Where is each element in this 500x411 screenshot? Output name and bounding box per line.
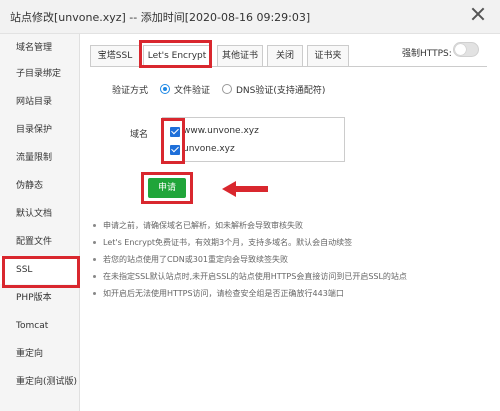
sidebar-item-redirect[interactable]: 重定向	[0, 340, 80, 368]
window-title: 站点修改[unvone.xyz] -- 添加时间[2020-08-16 09:2…	[10, 11, 311, 24]
domain-name-www: www.unvone.xyz	[183, 126, 259, 136]
domain-label: 域名	[130, 130, 149, 140]
close-icon[interactable]	[470, 6, 486, 22]
sidebar-item-php-version[interactable]: PHP版本	[0, 284, 80, 312]
tab-close[interactable]: 关闭	[267, 45, 303, 67]
force-https-label: 强制HTTPS:	[402, 49, 452, 59]
title-bar: 站点修改[unvone.xyz] -- 添加时间[2020-08-16 09:2…	[0, 0, 500, 34]
note-item: 如开启后无法使用HTTPS访问，请检查安全组是否正确放行443端口	[93, 287, 407, 304]
note-item: 若您的站点使用了CDN或301重定向会导致续签失败	[93, 253, 407, 270]
note-item: 在未指定SSL默认站点时,未开启SSL的站点使用HTTPS会直接访问到已开启SS…	[93, 270, 407, 287]
sidebar-item-rewrite[interactable]: 伪静态	[0, 172, 80, 200]
dns-verify-radio[interactable]	[222, 84, 232, 94]
apply-highlight-box	[141, 172, 193, 204]
checkbox-highlight-box	[161, 118, 185, 164]
file-verify-label[interactable]: 文件验证	[174, 83, 210, 96]
force-https-toggle[interactable]	[453, 42, 479, 57]
sidebar-item-traffic-limit[interactable]: 流量限制	[0, 144, 80, 172]
sidebar: 域名管理 子目录绑定 网站目录 目录保护 流量限制 伪静态 默认文档 配置文件 …	[0, 34, 80, 411]
notes-list: 申请之前，请确保域名已解析，如未解析会导致审核失败 Let's Encrypt免…	[93, 219, 407, 304]
tab-other-cert[interactable]: 其他证书	[217, 45, 263, 67]
dns-verify-label[interactable]: DNS验证(支持通配符)	[236, 83, 325, 96]
toggle-knob	[455, 44, 466, 55]
sidebar-item-redirect-beta[interactable]: 重定向(测试版)	[0, 368, 80, 396]
sidebar-item-default-document[interactable]: 默认文档	[0, 200, 80, 228]
verify-method-label: 验证方式	[112, 86, 149, 96]
tab-baota-ssl[interactable]: 宝塔SSL	[90, 45, 140, 67]
domain-list	[162, 117, 345, 162]
domain-name-root: unvone.xyz	[183, 144, 235, 154]
ssl-highlight-box	[2, 256, 80, 288]
sidebar-item-directory-protection[interactable]: 目录保护	[0, 116, 80, 144]
arrow-left-icon	[222, 181, 268, 197]
note-item: 申请之前，请确保域名已解析，如未解析会导致审核失败	[93, 219, 407, 236]
file-verify-radio[interactable]	[160, 84, 170, 94]
sidebar-item-config-file[interactable]: 配置文件	[0, 228, 80, 256]
tab-cert-folder[interactable]: 证书夹	[307, 45, 349, 67]
sidebar-item-site-directory[interactable]: 网站目录	[0, 88, 80, 116]
sidebar-item-subdirectory-binding[interactable]: 子目录绑定	[0, 60, 80, 88]
sidebar-item-tomcat[interactable]: Tomcat	[0, 312, 80, 340]
note-item: Let's Encrypt免费证书，有效期3个月，支持多域名。默认会自动续签	[93, 236, 407, 253]
sidebar-item-domain-management[interactable]: 域名管理	[0, 34, 80, 62]
lets-encrypt-highlight-box	[139, 40, 212, 68]
